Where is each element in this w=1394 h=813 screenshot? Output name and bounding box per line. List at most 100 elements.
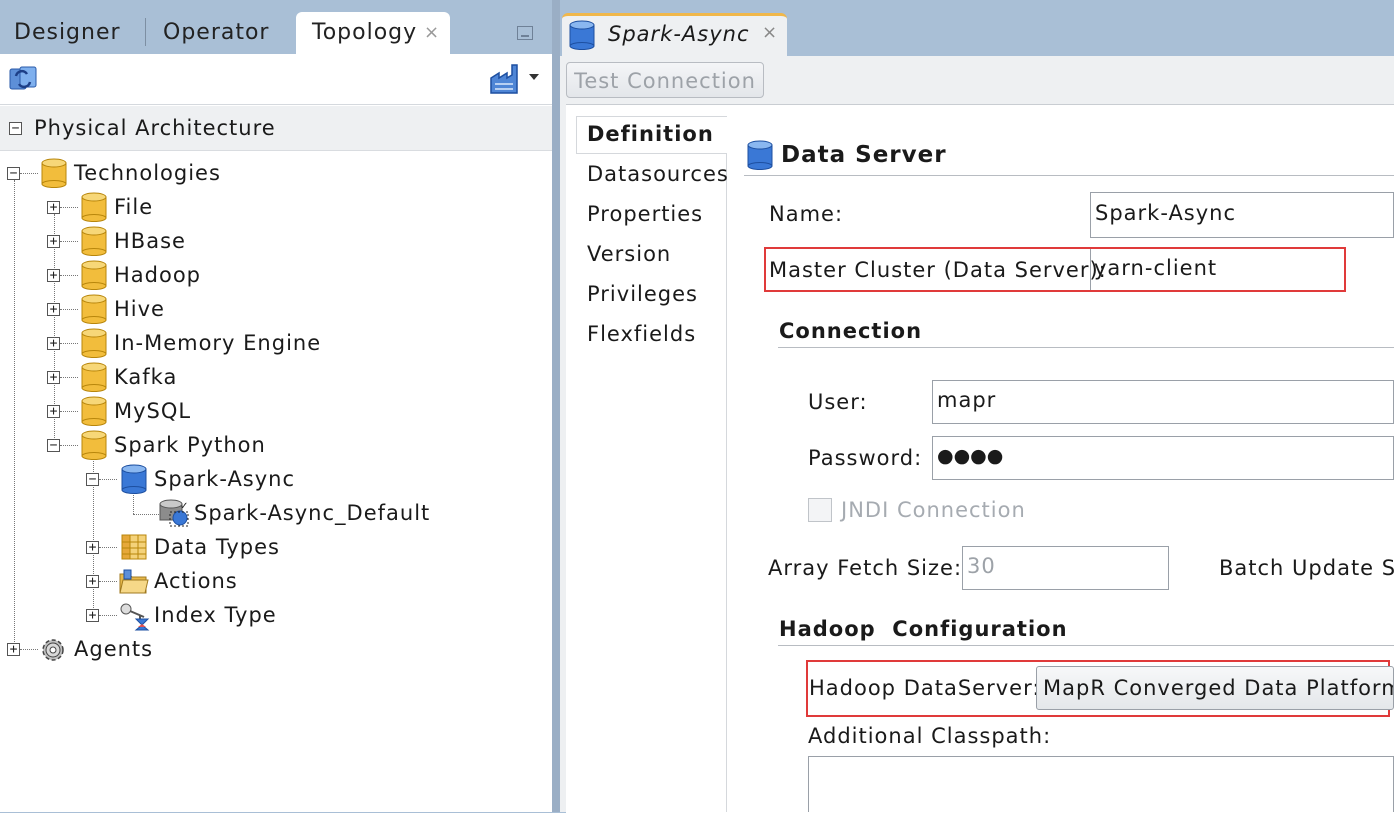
user-label: User: (808, 390, 868, 414)
editor-tab-title: Spark-Async (608, 22, 750, 46)
tab-operator[interactable]: Operator (163, 12, 269, 54)
tree-item-hive[interactable]: + Hive (0, 294, 552, 326)
tree-label: Hadoop (114, 263, 202, 287)
blue-cylinder-icon (121, 464, 147, 494)
tree-item-hadoop[interactable]: + Hadoop (0, 260, 552, 292)
tree-item-data-types[interactable]: + Data Types (0, 532, 552, 564)
tree-item-mysql[interactable]: + MySQL (0, 396, 552, 428)
index-type-icon (120, 603, 150, 631)
tab-close-icon[interactable]: × (424, 22, 439, 43)
tree-line (20, 173, 38, 174)
factory-icon[interactable] (488, 62, 522, 100)
folder-cylinder-icon (81, 328, 107, 358)
tree-label: Kafka (114, 365, 178, 389)
expand-icon[interactable]: + (86, 575, 99, 588)
divider (744, 175, 1394, 176)
user-field[interactable]: mapr (932, 380, 1394, 424)
tree-line (60, 445, 78, 446)
tree-label: Spark-Async (154, 467, 296, 491)
tree-line (20, 649, 38, 650)
expand-icon[interactable]: + (86, 609, 99, 622)
tree-item-hbase[interactable]: + HBase (0, 226, 552, 258)
tree-line (60, 377, 78, 378)
additional-classpath-label: Additional Classpath: (808, 724, 1052, 748)
tree-label: Actions (154, 569, 238, 593)
left-toolbar (0, 54, 552, 105)
array-fetch-field[interactable]: 30 (962, 546, 1169, 590)
field-border (1090, 249, 1091, 290)
editor-tab[interactable]: Spark-Async × (562, 13, 787, 57)
folder-cylinder-icon (81, 192, 107, 222)
name-field[interactable]: Spark-Async (1090, 192, 1394, 238)
expand-icon[interactable]: + (47, 405, 60, 418)
collapse-icon[interactable]: − (86, 473, 99, 486)
expand-icon[interactable]: + (47, 201, 60, 214)
page-title: Data Server (781, 142, 947, 168)
blue-cylinder-icon (747, 140, 773, 170)
svg-text:✓: ✓ (180, 501, 188, 512)
tab-designer[interactable]: Designer (14, 12, 121, 54)
nav-properties[interactable]: Properties (587, 202, 703, 226)
tab-topology-label: Topology (312, 20, 418, 45)
name-label: Name: (769, 202, 844, 226)
folder-cylinder-icon (81, 226, 107, 256)
nav-privileges[interactable]: Privileges (587, 282, 698, 306)
tree-item-file[interactable]: + File (0, 192, 552, 224)
refresh-icon[interactable] (6, 62, 40, 100)
tree-item-actions[interactable]: + Actions (0, 566, 552, 598)
expand-icon[interactable]: + (86, 541, 99, 554)
expand-icon[interactable]: + (7, 643, 20, 656)
master-cluster-label: Master Cluster (Data Server): (769, 258, 1107, 282)
panel-splitter[interactable] (552, 0, 560, 812)
tree-line (60, 275, 78, 276)
expand-icon[interactable]: + (47, 371, 60, 384)
tree-line (99, 581, 117, 582)
tree-item-index-type[interactable]: + Index Type (0, 600, 552, 632)
collapse-icon[interactable]: − (9, 122, 22, 135)
tree-line (60, 411, 78, 412)
tree-label: File (114, 195, 154, 219)
nav-datasources[interactable]: Datasources (587, 162, 729, 186)
password-field[interactable]: ●●●● (932, 436, 1394, 480)
minimize-icon[interactable] (517, 26, 533, 40)
folder-cylinder-icon (41, 158, 67, 188)
tree-item-technologies[interactable]: − Technologies (0, 158, 552, 190)
expand-icon[interactable]: + (47, 303, 60, 316)
jndi-checkbox[interactable] (808, 498, 832, 522)
table-icon (121, 534, 147, 560)
tree-item-kafka[interactable]: + Kafka (0, 362, 552, 394)
hadoop-dataserver-select[interactable]: MapR Converged Data Platform (1036, 666, 1394, 710)
master-cluster-field[interactable]: yarn-client (1094, 253, 1217, 283)
test-connection-button[interactable]: Test Connection (566, 62, 764, 98)
folder-cylinder-icon (81, 260, 107, 290)
collapse-icon[interactable]: − (7, 167, 20, 180)
tree-item-spark-async[interactable]: − Spark-Async (0, 464, 552, 496)
collapse-icon[interactable]: − (47, 439, 60, 452)
nav-definition[interactable]: Definition (587, 122, 714, 146)
schema-icon: ✓ (159, 499, 189, 527)
expand-icon[interactable]: + (47, 269, 60, 282)
dropdown-arrow-icon[interactable] (529, 74, 539, 80)
tree-label: Spark Python (114, 433, 266, 457)
tree-label: HBase (114, 229, 186, 253)
tree-line (99, 615, 117, 616)
folder-cylinder-icon (81, 396, 107, 426)
tree-item-spark-async-default[interactable]: ✓ Spark-Async_Default (0, 498, 552, 530)
tree-line (60, 309, 78, 310)
expand-icon[interactable]: + (47, 235, 60, 248)
folder-cylinder-icon (81, 430, 107, 460)
blue-cylinder-icon (569, 20, 595, 50)
additional-classpath-textarea[interactable] (808, 756, 1394, 812)
close-icon[interactable]: × (762, 22, 777, 43)
folder-cylinder-icon (81, 294, 107, 324)
nav-version[interactable]: Version (587, 242, 671, 266)
tree-item-agents[interactable]: + Agents (0, 634, 552, 666)
folder-cylinder-icon (81, 362, 107, 392)
nav-flexfields[interactable]: Flexfields (587, 322, 696, 346)
gear-icon (42, 639, 64, 661)
tree-label: In-Memory Engine (114, 331, 322, 355)
expand-icon[interactable]: + (47, 337, 60, 350)
tree-item-spark-python[interactable]: − Spark Python (0, 430, 552, 462)
tab-separator (145, 18, 146, 46)
tree-item-in-memory-engine[interactable]: + In-Memory Engine (0, 328, 552, 360)
